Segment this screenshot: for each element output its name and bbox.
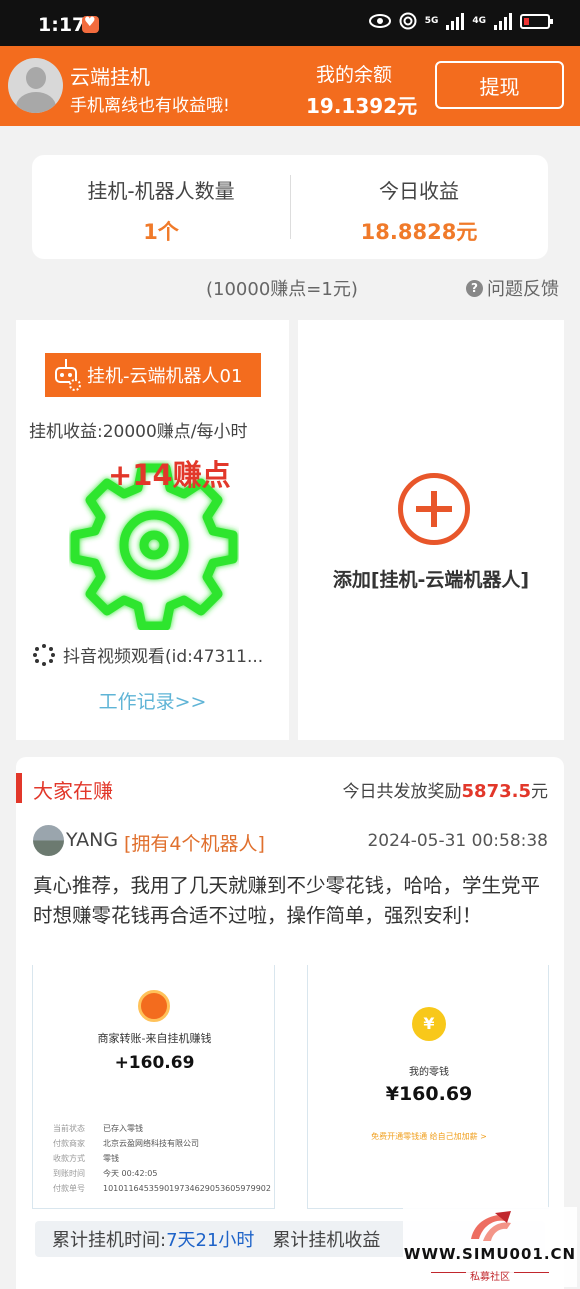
work-log-link[interactable]: 工作记录>>	[16, 687, 289, 714]
post-text: 真心推荐，我用了几天就赚到不少零花钱，哈哈，学生党平时想赚零花钱再合适不过啦，操…	[33, 874, 541, 927]
robot-name-tag: 挂机-云端机器人01	[45, 353, 261, 397]
balance-value: 19.1392元	[306, 94, 418, 118]
section-marker	[16, 773, 22, 803]
post-robot-badge: [拥有4个机器人]	[124, 833, 265, 855]
post-screenshot-wallet[interactable]: ¥ 我的零钱 ¥160.69 免费开通零钱通 给自己加加薪 >	[307, 965, 549, 1209]
network-5g-label: 5G	[424, 16, 439, 26]
battery-icon	[520, 13, 553, 29]
total-time-value: 7天21小时	[166, 1230, 255, 1251]
total-time-label: 累计挂机时间:	[52, 1230, 167, 1251]
post-avatar[interactable]	[33, 825, 64, 856]
post-username: YANG	[66, 829, 119, 851]
add-robot-label: 添加[挂机-云端机器人]	[332, 569, 530, 591]
earn-rate: 挂机收益:20000赚点/每小时	[29, 422, 248, 442]
transfer-amount: +160.69	[114, 1053, 195, 1073]
feed-total: 今日共发放奖励5873.5元	[343, 777, 548, 802]
question-icon: ?	[466, 279, 483, 297]
app-subtitle: 手机离线也有收益哦!	[70, 96, 230, 116]
app-notification-icon	[82, 15, 99, 33]
post-time: 2024-05-31 00:58:38	[367, 831, 548, 851]
points-rate-note: (10000赚点=1元)	[206, 279, 358, 300]
detail-row: 付款单号 10101164535901973462905360597990​2	[53, 1184, 271, 1193]
loading-spinner-icon	[33, 643, 55, 666]
today-income-label: 今日收益	[379, 179, 459, 203]
robot-count-label: 挂机-机器人数量	[87, 179, 235, 203]
hotspot-icon	[399, 12, 417, 30]
current-task: 抖音视频观看(id:47311...	[33, 642, 263, 667]
add-robot-card[interactable]: 添加[挂机-云端机器人]	[298, 320, 564, 740]
watermark-subtitle: 私募社区	[403, 1268, 577, 1283]
today-income-stat: 今日收益 18.8828元	[290, 155, 548, 259]
merchant-logo-icon	[138, 990, 170, 1022]
signal-icon-2	[494, 12, 512, 30]
watermark-url: WWW.SIMU001.CN	[403, 1245, 577, 1263]
total-income-label: 累计挂机收益	[272, 1230, 381, 1251]
yen-coin-icon: ¥	[412, 1007, 446, 1041]
withdraw-button[interactable]: 提现	[435, 61, 564, 109]
stats-card: 挂机-机器人数量 1个 今日收益 18.8828元	[32, 155, 548, 259]
balance-label: 我的余额	[316, 64, 393, 86]
task-label: 抖音视频观看(id:47311...	[63, 647, 264, 667]
eye-icon	[368, 14, 391, 28]
status-bar: 1:17 5G 4G	[0, 0, 580, 46]
detail-row: 到账时间 今天 00:42:05	[53, 1169, 158, 1178]
network-4g-label: 4G	[472, 16, 486, 26]
avatar[interactable]	[8, 58, 63, 113]
wallet-tip: 免费开通零钱通 给自己加加薪 >	[371, 1132, 487, 1141]
clock: 1:17	[38, 14, 86, 36]
detail-row: 付款商家 北京云盈网络科技有限公司	[53, 1139, 199, 1148]
points-popup: +14赚点	[108, 458, 231, 492]
today-income-value: 18.8828元	[360, 220, 478, 244]
watermark-logo-icon	[471, 1211, 511, 1241]
add-circle-icon[interactable]	[398, 473, 470, 545]
signal-icon	[446, 12, 465, 30]
post-screenshot-transfer[interactable]: 商家转账-来自挂机赚钱 +160.69 当前状态 已存入零钱 付款商家 北京云盈网络…	[32, 965, 275, 1209]
watermark: WWW.SIMU001.CN 私募社区	[403, 1207, 577, 1287]
feed-total-value: 5873.5	[461, 781, 531, 802]
robot-name: 挂机-云端机器人01	[87, 366, 243, 387]
detail-row: 当前状态 已存入零钱	[53, 1124, 143, 1133]
detail-row: 收款方式 零钱	[53, 1154, 119, 1163]
feedback-label: 问题反馈	[487, 279, 559, 300]
transfer-title: 商家转账-来自挂机赚钱	[97, 1032, 212, 1045]
robot-icon	[51, 359, 83, 391]
robot-count-stat: 挂机-机器人数量 1个	[32, 155, 290, 259]
wallet-amount: ¥160.69	[385, 1083, 473, 1105]
feed-total-label: 今日共发放奖励	[342, 782, 462, 802]
app-header: 云端挂机 手机离线也有收益哦! 我的余额 19.1392元 提现	[0, 46, 580, 126]
robot-count-value: 1个	[143, 220, 179, 244]
feedback-link[interactable]: ? 问题反馈	[466, 275, 559, 301]
wallet-title: 我的零钱	[409, 1067, 449, 1078]
transfer-details: 当前状态 已存入零钱 付款商家 北京云盈网络科技有限公司 收款方式 零钱 到账时间 今天…	[53, 1121, 271, 1196]
feed-total-unit: 元	[531, 782, 548, 802]
robot-card[interactable]: 挂机-云端机器人01 挂机收益:20000赚点/每小时 +14赚点 抖音视频观看…	[16, 320, 289, 740]
feed-title: 大家在赚	[33, 779, 113, 803]
app-title: 云端挂机	[70, 65, 150, 89]
